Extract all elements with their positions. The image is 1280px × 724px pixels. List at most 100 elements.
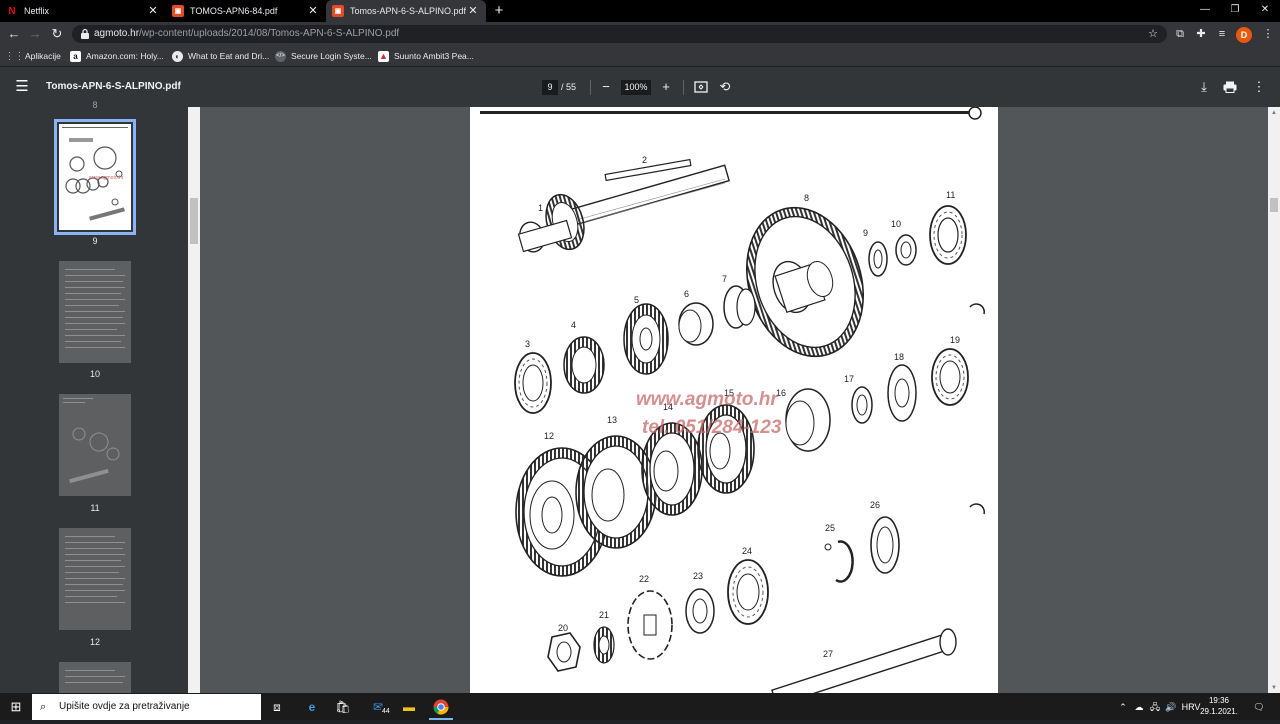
part-label-21: 21 <box>599 610 609 620</box>
part-2-key <box>604 158 692 182</box>
pdf-more-menu-icon[interactable]: ⋮ <box>1250 78 1268 96</box>
download-icon[interactable]: ⤓ <box>1195 78 1213 96</box>
sidebar-scrollbar[interactable] <box>188 107 200 693</box>
part-label-8: 8 <box>804 193 809 203</box>
main-scroll-thumb[interactable] <box>1270 198 1278 212</box>
thumbnail-line <box>65 548 123 549</box>
url-text[interactable]: agmoto.hr/wp-content/uploads/2014/08/Tom… <box>94 25 399 43</box>
system-clock[interactable]: 19:36 29.1.2021. <box>1196 695 1242 717</box>
back-arrow-icon[interactable]: ← <box>5 24 23 44</box>
thumbnail-number: 9 <box>92 236 98 246</box>
watermark-url: www.agmoto.hr <box>636 389 779 410</box>
fit-page-icon[interactable] <box>694 81 708 93</box>
zoom-input[interactable]: 100% <box>621 80 651 95</box>
reading-list-icon[interactable]: ≡ <box>1213 25 1231 43</box>
part-label-11: 11 <box>946 190 955 200</box>
tab-tomos-apn6-84[interactable]: ▣ TOMOS-APN6-84.pdf ✕ <box>166 0 326 22</box>
close-tab-icon[interactable]: ✕ <box>146 3 160 19</box>
close-window-icon[interactable]: ✕ <box>1250 0 1280 22</box>
globe-icon: ◐ <box>172 50 183 62</box>
hamburger-menu-icon[interactable]: ☰ <box>14 78 30 96</box>
part-22-sprocket <box>627 590 673 660</box>
notifications-icon[interactable]: 🗨 <box>1250 697 1268 717</box>
puzzle-extensions-icon[interactable]: ✚ <box>1192 25 1210 43</box>
exploded-gearbox-drawing: 2 1 8 11 10 9 7 6 5 4 3 19 18 17 16 15 1… <box>480 107 986 693</box>
bookmark-secure-login[interactable]: </> Secure Login Syste... <box>275 47 372 65</box>
bookmark-amazon[interactable]: a Amazon.com: Holy... <box>70 47 164 65</box>
thumbnail-page-12[interactable] <box>59 528 131 630</box>
lock-icon[interactable] <box>80 28 90 40</box>
zoom-out-icon[interactable]: − <box>597 78 615 96</box>
thumbnail-line <box>65 536 115 537</box>
extension-icon[interactable]: ⧉ <box>1171 25 1189 43</box>
scroll-up-arrow-icon[interactable]: ▲ <box>1270 109 1278 117</box>
chrome-logo <box>433 699 449 715</box>
thumbnail-number: 11 <box>90 503 100 513</box>
thumbnail-line <box>65 560 121 561</box>
part-3-bearing <box>514 352 552 414</box>
file-explorer-icon[interactable]: ▬ <box>394 694 424 720</box>
thumbnail-page-13[interactable] <box>59 662 131 693</box>
thumbnail-line <box>65 676 125 677</box>
part-11-bearing <box>929 205 967 265</box>
bookmark-suunto[interactable]: ▲ Suunto Ambit3 Pea... <box>378 47 474 65</box>
url-path: /wp-content/uploads/2014/08/Tomos-APN-6-… <box>139 28 400 39</box>
network-icon[interactable]: 🖧 <box>1148 697 1162 717</box>
clock-time: 19:36 <box>1208 696 1230 705</box>
part-26-washer <box>870 516 900 574</box>
bookmark-star-icon[interactable]: ☆ <box>1144 25 1162 43</box>
bookmark-label: Amazon.com: Holy... <box>86 51 164 61</box>
profile-avatar[interactable]: D <box>1236 27 1252 43</box>
thumbnail-page-11[interactable] <box>59 394 131 496</box>
thumbnail-page-10[interactable] <box>59 261 131 363</box>
part-label-24: 24 <box>742 546 752 556</box>
store-icon[interactable]: 🛍 <box>328 694 358 720</box>
part-23-spacer <box>685 588 715 634</box>
bookmark-apps[interactable]: ⋮⋮ Aplikacije <box>5 47 61 65</box>
thumbnail-page-9[interactable]: www.agmoto.hr <box>54 119 136 235</box>
more-menu-icon[interactable]: ⋮ <box>1259 25 1277 43</box>
windows-start-icon[interactable]: ⊞ <box>0 693 32 720</box>
close-tab-icon[interactable]: ✕ <box>466 3 480 19</box>
zoom-in-icon[interactable]: + <box>657 78 675 96</box>
rotate-icon[interactable]: ⟲ <box>716 78 734 96</box>
main-scrollbar[interactable] <box>1268 107 1280 693</box>
toolbar-divider <box>590 80 591 95</box>
new-tab-button[interactable]: + <box>490 2 508 20</box>
thumbnail-line <box>65 542 125 543</box>
chrome-icon[interactable] <box>426 694 456 720</box>
bookmark-label: Aplikacije <box>25 51 61 61</box>
tab-tomos-apn-6-s-alpino[interactable]: ▣ Tomos-APN-6-S-ALPINO.pdf ✕ <box>326 0 486 22</box>
thumbnail-number: 8 <box>92 100 98 110</box>
minimize-icon[interactable]: — <box>1190 0 1220 22</box>
part-16-bushing <box>785 388 831 452</box>
print-icon[interactable] <box>1223 81 1237 93</box>
bookmark-what-to-eat[interactable]: ◐ What to Eat and Dri... <box>172 47 269 65</box>
thumbnail-line <box>65 293 121 294</box>
part-label-12: 12 <box>544 431 554 441</box>
edge-icon[interactable]: e <box>297 694 327 720</box>
onedrive-icon[interactable]: ☁ <box>1131 697 1147 717</box>
thumbnail-line <box>65 335 125 336</box>
part-label-13: 13 <box>607 415 617 425</box>
netflix-icon: N <box>8 5 16 17</box>
bookmark-label: Secure Login Syste... <box>291 51 372 61</box>
scroll-down-arrow-icon[interactable]: ▼ <box>1270 684 1278 692</box>
pdf-icon: ▣ <box>332 5 344 17</box>
suunto-icon: ▲ <box>378 50 389 62</box>
part-20-nut <box>547 632 581 672</box>
reload-icon[interactable]: ↻ <box>48 24 66 44</box>
close-tab-icon[interactable]: ✕ <box>306 3 320 19</box>
forward-arrow-icon[interactable]: → <box>26 24 44 44</box>
page-number-input[interactable]: 9 <box>542 80 558 95</box>
task-view-icon[interactable]: ⧈ <box>262 694 292 720</box>
toolbar-divider <box>683 80 684 95</box>
tab-netflix[interactable]: N Netflix ✕ <box>0 0 166 22</box>
show-hidden-icons-icon[interactable]: ⌃ <box>1116 697 1130 717</box>
sidebar-scroll-thumb[interactable] <box>190 198 198 244</box>
volume-icon[interactable]: 🔊 <box>1163 697 1179 717</box>
bookmark-label: What to Eat and Dri... <box>188 51 270 61</box>
restore-icon[interactable]: ❐ <box>1220 0 1250 22</box>
part-label-25: 25 <box>825 523 835 533</box>
part-label-26: 26 <box>870 500 880 510</box>
